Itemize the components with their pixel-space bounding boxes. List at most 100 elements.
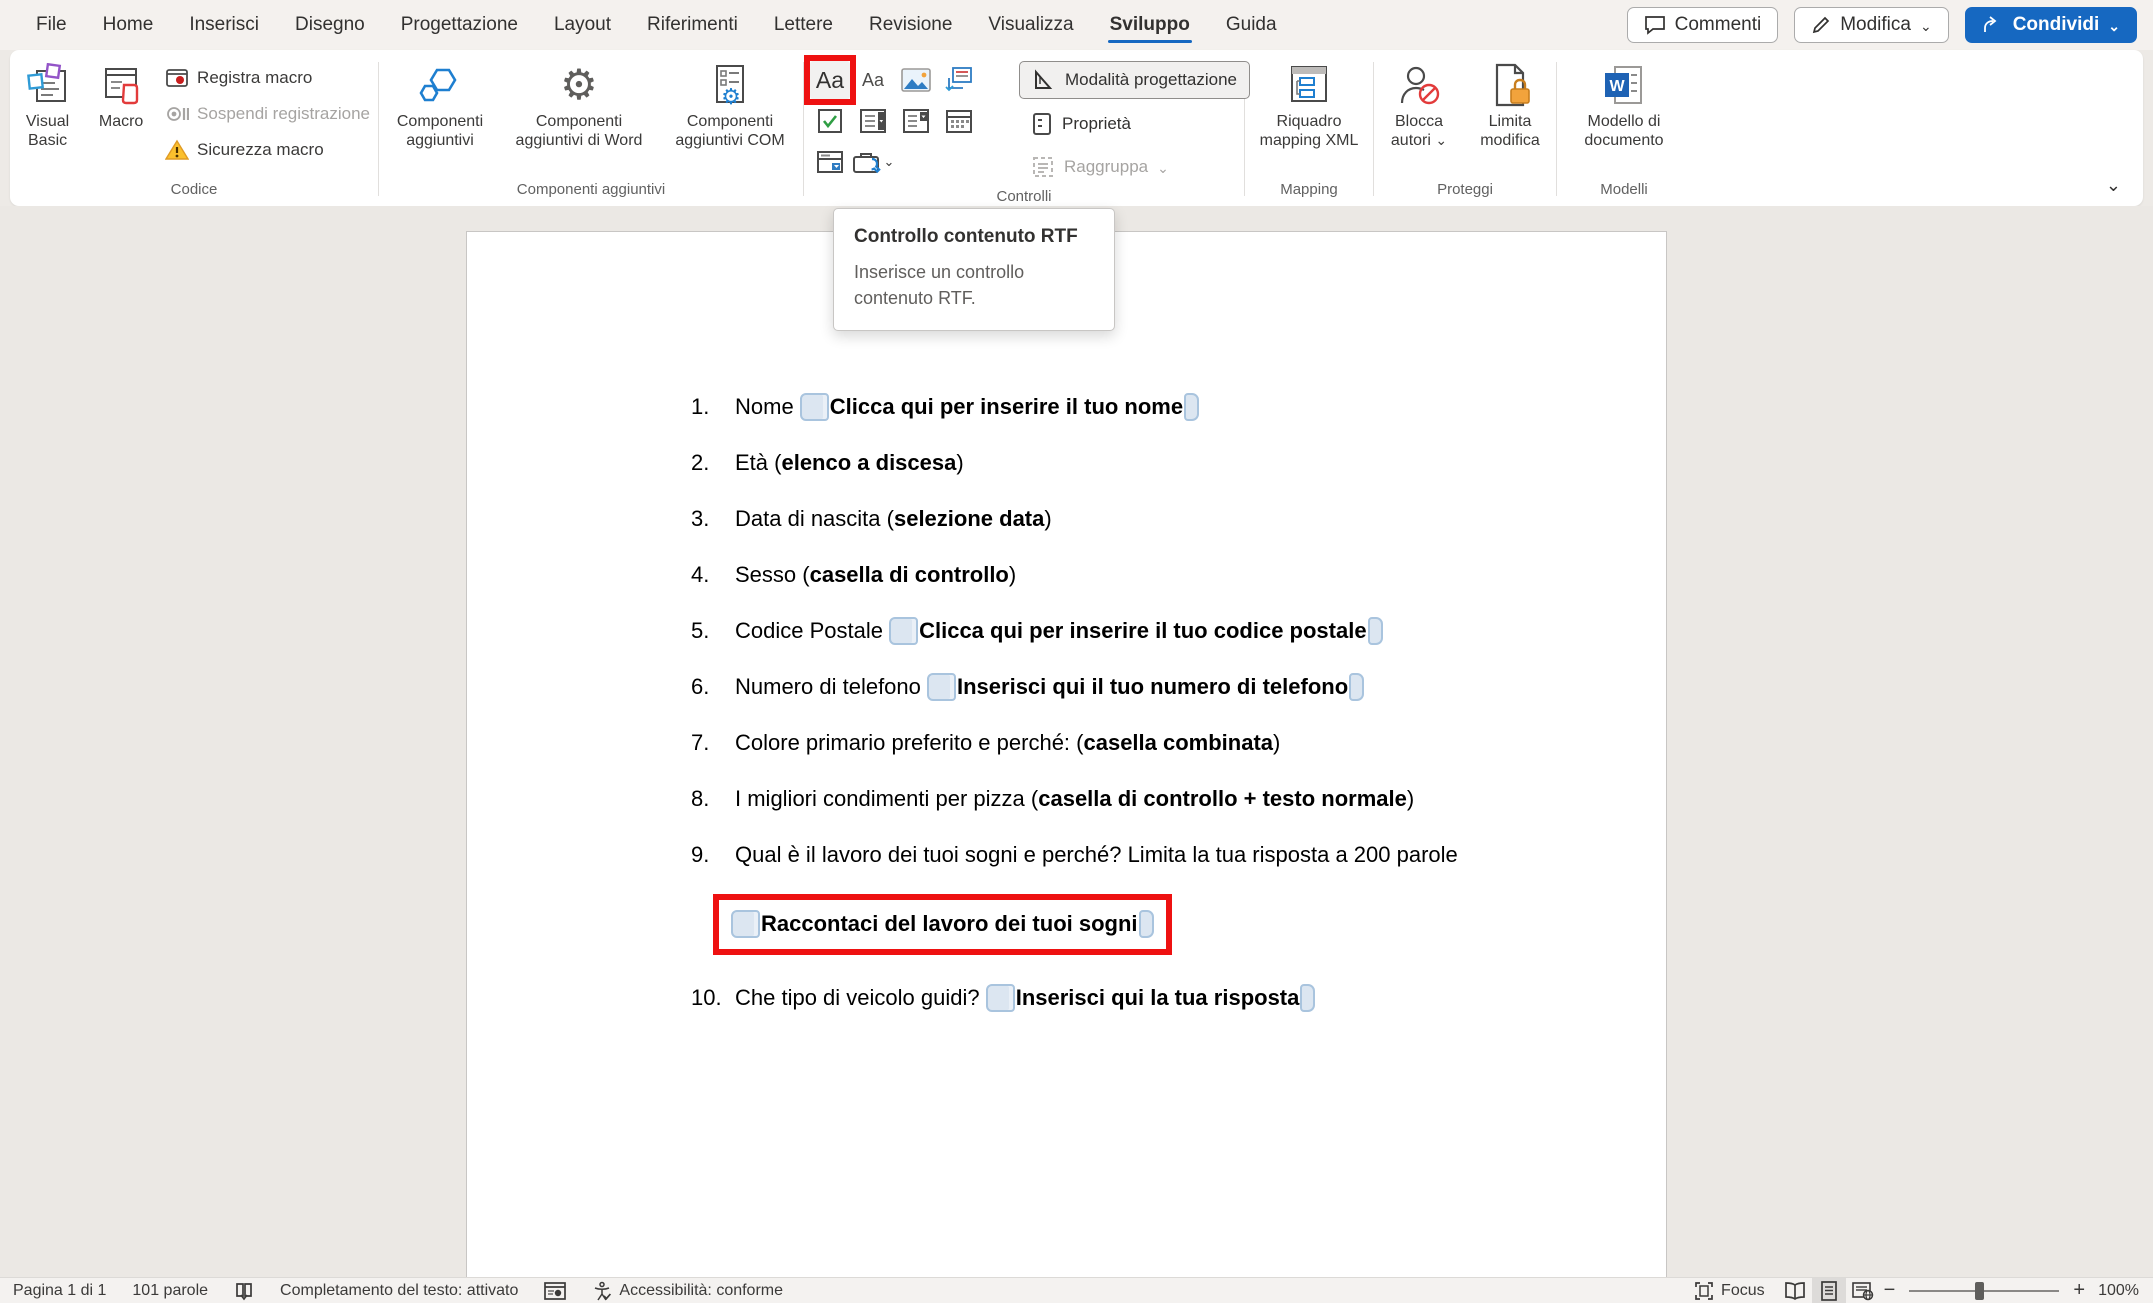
visual-basic-button[interactable]: Visual Basic bbox=[10, 57, 85, 155]
repeating-section-control-button[interactable] bbox=[810, 143, 850, 181]
content-control-placeholder: Clicca qui per inserire il tuo nome bbox=[830, 394, 1183, 419]
menu-tab-progettazione[interactable]: Progettazione bbox=[387, 5, 532, 45]
menu-tabs: FileHomeInserisciDisegnoProgettazioneLay… bbox=[0, 5, 1291, 45]
xml-mapping-button[interactable]: Riquadro mapping XML bbox=[1247, 57, 1371, 155]
zoom-out-button[interactable]: − bbox=[1880, 1279, 1900, 1302]
pause-recording-button: Sospendi registrazione bbox=[157, 99, 378, 129]
chevron-down-icon: ⌄ bbox=[1920, 18, 1932, 35]
item-number: 8. bbox=[691, 782, 735, 815]
pencil-icon bbox=[1811, 15, 1831, 35]
plain-text: Numero di telefono bbox=[735, 674, 927, 699]
block-authors-button[interactable]: Blocca autori ⌄ bbox=[1375, 57, 1463, 155]
focus-icon bbox=[1694, 1281, 1714, 1301]
item-number: 6. bbox=[691, 670, 735, 703]
accessibility-icon bbox=[592, 1281, 612, 1301]
print-layout-icon bbox=[1820, 1281, 1838, 1301]
design-mode-button[interactable]: Modalità progettazione bbox=[1019, 61, 1250, 99]
group-label-componenti: Componenti aggiuntivi bbox=[379, 178, 803, 206]
restrict-editing-button[interactable]: Limita modifica bbox=[1465, 57, 1555, 155]
item-number: 5. bbox=[691, 614, 735, 647]
page-count-status[interactable]: Pagina 1 di 1 bbox=[0, 1278, 119, 1303]
menu-tab-revisione[interactable]: Revisione bbox=[855, 5, 966, 45]
menu-tab-sviluppo[interactable]: Sviluppo bbox=[1096, 5, 1204, 45]
word-addins-button[interactable]: ⚙ Componenti aggiuntivi di Word bbox=[500, 57, 658, 155]
content-control[interactable]: Raccontaci del lavoro dei tuoi sogni bbox=[731, 911, 1154, 936]
plain-text: ) bbox=[1044, 506, 1051, 531]
content-control[interactable]: Inserisci qui la tua risposta bbox=[986, 985, 1316, 1010]
menu-tab-riferimenti[interactable]: Riferimenti bbox=[633, 5, 752, 45]
menu-tab-disegno[interactable]: Disegno bbox=[281, 5, 379, 45]
tooltip-rich-text-control: Controllo contenuto RTF Inserisce un con… bbox=[833, 208, 1115, 331]
com-addins-button[interactable]: ⚙ Componenti aggiuntivi COM bbox=[660, 57, 800, 155]
list-item-extra: Raccontaci del lavoro dei tuoi sogni bbox=[713, 894, 1666, 955]
item-number: 2. bbox=[691, 446, 735, 479]
properties-button[interactable]: Proprietà bbox=[1019, 106, 1250, 142]
print-layout-button[interactable] bbox=[1812, 1278, 1846, 1303]
focus-mode-button[interactable]: Focus bbox=[1681, 1278, 1778, 1303]
dropdown-list-control-button[interactable] bbox=[896, 102, 936, 140]
menu-tab-visualizza[interactable]: Visualizza bbox=[974, 5, 1087, 45]
document-area: 1.Nome Clicca qui per inserire il tuo no… bbox=[0, 206, 2153, 1277]
rich-text-control-button[interactable]: Aa bbox=[810, 61, 850, 99]
share-button[interactable]: Condividi ⌄ bbox=[1965, 7, 2137, 43]
plain-text-control-button[interactable]: Aa bbox=[853, 61, 893, 99]
macro-label: Macro bbox=[99, 112, 143, 131]
text-completion-status[interactable]: Completamento del testo: attivato bbox=[267, 1278, 531, 1303]
collapse-ribbon-icon[interactable]: ⌄ bbox=[2106, 175, 2121, 196]
proofing-status-button[interactable] bbox=[221, 1278, 267, 1303]
content-control[interactable]: Clicca qui per inserire il tuo nome bbox=[800, 394, 1199, 419]
plain-text: ) bbox=[1273, 730, 1280, 755]
properties-label: Proprietà bbox=[1062, 114, 1131, 134]
restrict-editing-label: Limita modifica bbox=[1471, 112, 1549, 150]
item-text: Colore primario preferito e perché: (cas… bbox=[735, 726, 1280, 759]
macro-button[interactable]: Macro bbox=[87, 57, 155, 136]
menu-tab-guida[interactable]: Guida bbox=[1212, 5, 1291, 45]
read-mode-button[interactable] bbox=[1778, 1278, 1812, 1303]
list-item: 9.Qual è il lavoro dei tuoi sogni e perc… bbox=[691, 838, 1666, 871]
combo-box-control-button[interactable] bbox=[853, 102, 893, 140]
content-control[interactable]: Clicca qui per inserire il tuo codice po… bbox=[889, 618, 1382, 643]
plain-text: ) bbox=[956, 450, 963, 475]
macro-recording-status-button[interactable] bbox=[531, 1278, 579, 1303]
document-template-label: Modello di documento bbox=[1574, 112, 1674, 150]
list-item: 6.Numero di telefono Inserisci qui il tu… bbox=[691, 670, 1666, 703]
content-control-start-icon bbox=[731, 910, 760, 938]
svg-text:W: W bbox=[1609, 78, 1625, 95]
zoom-slider-handle[interactable] bbox=[1975, 1282, 1984, 1300]
zoom-level[interactable]: 100% bbox=[2089, 1282, 2153, 1300]
picture-icon bbox=[901, 67, 931, 93]
menu-tab-layout[interactable]: Layout bbox=[540, 5, 625, 45]
controls-right-stack: Modalità progettazione Proprietà Raggrup… bbox=[1007, 57, 1250, 185]
list-item: 7.Colore primario preferito e perché: (c… bbox=[691, 726, 1666, 759]
legacy-tools-button[interactable]: ⌄ bbox=[853, 143, 893, 181]
document-template-button[interactable]: W Modello di documento bbox=[1568, 57, 1680, 155]
checkbox-control-button[interactable] bbox=[810, 102, 850, 140]
zoom-in-button[interactable]: + bbox=[2069, 1279, 2089, 1302]
dropdown-list-icon bbox=[902, 108, 930, 134]
picture-control-button[interactable] bbox=[896, 61, 936, 99]
plain-text: Età ( bbox=[735, 450, 781, 475]
content-control[interactable]: Inserisci qui il tuo numero di telefono bbox=[927, 674, 1364, 699]
plain-text: I migliori condimenti per pizza ( bbox=[735, 786, 1038, 811]
building-block-gallery-control-button[interactable] bbox=[939, 61, 979, 99]
zoom-slider[interactable] bbox=[1909, 1290, 2059, 1292]
word-count-status[interactable]: 101 parole bbox=[119, 1278, 221, 1303]
comments-button[interactable]: Commenti bbox=[1627, 7, 1779, 43]
list-item: 1.Nome Clicca qui per inserire il tuo no… bbox=[691, 390, 1666, 423]
menu-tab-lettere[interactable]: Lettere bbox=[760, 5, 847, 45]
accessibility-status[interactable]: Accessibilità: conforme bbox=[579, 1278, 796, 1303]
group-label-modelli: Modelli bbox=[1557, 178, 1691, 206]
item-text: Numero di telefono Inserisci qui il tuo … bbox=[735, 670, 1364, 703]
menu-tab-file[interactable]: File bbox=[22, 5, 81, 45]
record-macro-button[interactable]: Registra macro bbox=[157, 63, 378, 93]
menu-tab-home[interactable]: Home bbox=[89, 5, 168, 45]
menu-tab-inserisci[interactable]: Inserisci bbox=[175, 5, 273, 45]
date-picker-control-button[interactable] bbox=[939, 102, 979, 140]
addins-button[interactable]: Componenti aggiuntivi bbox=[382, 57, 498, 155]
content-control-placeholder: Clicca qui per inserire il tuo codice po… bbox=[919, 618, 1366, 643]
web-layout-button[interactable] bbox=[1846, 1278, 1880, 1303]
item-text: I migliori condimenti per pizza (casella… bbox=[735, 782, 1414, 815]
editing-mode-button[interactable]: Modifica ⌄ bbox=[1794, 7, 1948, 43]
macro-security-button[interactable]: Sicurezza macro bbox=[157, 135, 378, 165]
share-icon bbox=[1982, 15, 2004, 35]
